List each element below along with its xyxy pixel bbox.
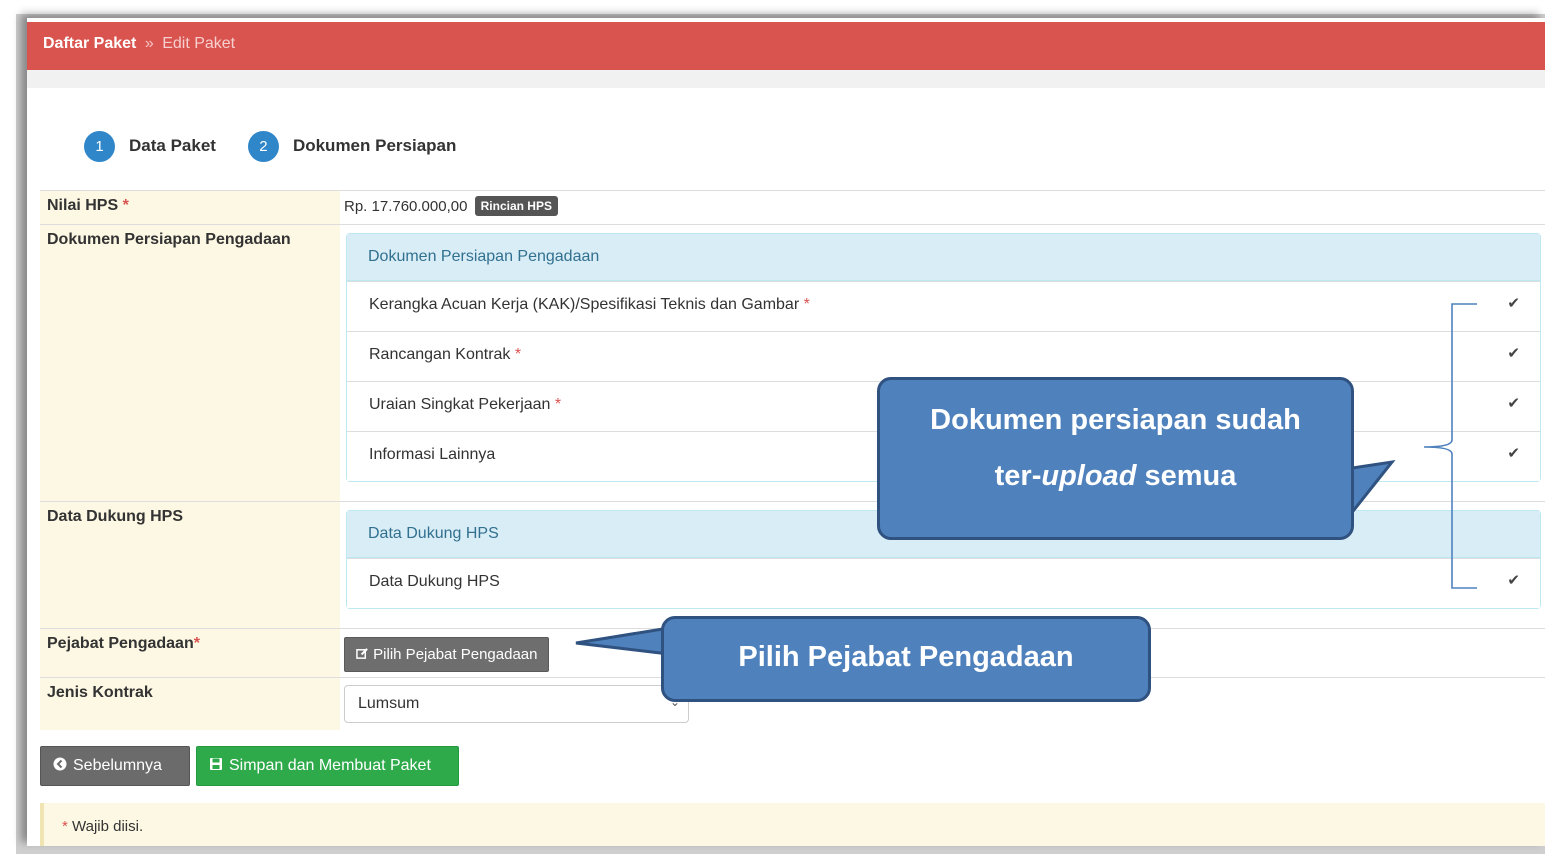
edit-icon: [356, 646, 373, 663]
required-mark: *: [122, 197, 129, 214]
breadcrumb-separator: »: [144, 35, 154, 52]
required-mark: *: [62, 818, 68, 835]
simpan-label: Simpan dan Membuat Paket: [229, 757, 431, 774]
callout-prefix: ter-: [994, 460, 1042, 492]
item-label: Kerangka Acuan Kerja (KAK)/Spesifikasi T…: [369, 296, 800, 313]
label-text: Pejabat Pengadaan: [47, 635, 194, 652]
pilih-pejabat-label: Pilih Pejabat Pengadaan: [373, 646, 538, 663]
wizard-steps: 1 Data Paket 2 Dokumen Persiapan: [84, 130, 488, 162]
simpan-button[interactable]: Simpan dan Membuat Paket: [196, 746, 459, 786]
check-icon: ✔: [1507, 395, 1520, 412]
breadcrumb-daftar-paket[interactable]: Daftar Paket: [43, 35, 136, 52]
step-number: 1: [84, 130, 115, 162]
jenis-kontrak-select[interactable]: Lumsum ⌄: [344, 685, 689, 723]
callout-line2: ter-upload semua: [880, 448, 1351, 504]
required-mark: *: [803, 296, 810, 313]
list-item[interactable]: Kerangka Acuan Kerja (KAK)/Spesifikasi T…: [347, 281, 1540, 331]
label-dokumen-persiapan: Dokumen Persiapan Pengadaan: [40, 224, 340, 502]
panel-title: Dokumen Persiapan Pengadaan: [347, 234, 1540, 281]
required-mark: *: [554, 396, 562, 413]
list-item[interactable]: Rancangan Kontrak * ✔: [347, 331, 1540, 381]
breadcrumb: Daftar Paket » Edit Paket: [27, 22, 1545, 70]
circle-arrow-left-icon: [53, 757, 73, 776]
item-label: Informasi Lainnya: [369, 446, 496, 463]
step-label: Data Paket: [129, 136, 216, 155]
required-note: * Wajib diisi.: [40, 803, 1545, 846]
select-value: Lumsum: [358, 695, 420, 712]
callout-pilih-pejabat: Pilih Pejabat Pengadaan: [661, 616, 1151, 702]
callout-italic: upload: [1041, 460, 1137, 492]
sebelumnya-button[interactable]: Sebelumnya: [40, 746, 190, 786]
item-label: Rancangan Kontrak: [369, 346, 511, 363]
check-icon: ✔: [1507, 572, 1520, 589]
label-text: Nilai HPS: [47, 197, 119, 214]
hps-value: Rp. 17.760.000,00: [344, 198, 468, 215]
label-nilai-hps: Nilai HPS *: [40, 190, 340, 225]
header-strip: [27, 70, 1545, 88]
breadcrumb-current: Edit Paket: [162, 35, 236, 52]
label-data-dukung: Data Dukung HPS: [40, 501, 340, 629]
floppy-disk-icon: [209, 757, 229, 776]
step-data-paket[interactable]: 1 Data Paket: [84, 130, 216, 162]
value-nilai-hps: Rp. 17.760.000,00 Rincian HPS: [340, 190, 1545, 225]
step-number: 2: [247, 130, 279, 162]
item-label: Uraian Singkat Pekerjaan: [369, 396, 551, 413]
callout-uploaded: Dokumen persiapan sudah ter-upload semua: [877, 377, 1354, 540]
step-dokumen-persiapan[interactable]: 2 Dokumen Persiapan: [247, 130, 457, 162]
step-label: Dokumen Persiapan: [292, 136, 457, 155]
label-pejabat: Pejabat Pengadaan*: [40, 628, 340, 678]
callout-suffix: semua: [1136, 460, 1237, 492]
sebelumnya-label: Sebelumnya: [73, 757, 162, 774]
pilih-pejabat-button[interactable]: Pilih Pejabat Pengadaan: [344, 637, 550, 672]
list-item[interactable]: Data Dukung HPS ✔: [347, 558, 1540, 608]
row-nilai-hps: Nilai HPS * Rp. 17.760.000,00 Rincian HP…: [40, 190, 1545, 225]
note-text: Wajib diisi.: [72, 818, 144, 835]
required-mark: *: [193, 635, 200, 652]
callout-line1: Dokumen persiapan sudah: [930, 404, 1301, 436]
check-icon: ✔: [1507, 345, 1520, 362]
check-icon: ✔: [1507, 445, 1520, 462]
label-jenis-kontrak: Jenis Kontrak: [40, 677, 340, 730]
item-label: Data Dukung HPS: [369, 573, 500, 590]
check-icon: ✔: [1507, 295, 1520, 312]
required-mark: *: [514, 346, 522, 363]
rincian-hps-badge[interactable]: Rincian HPS: [474, 196, 558, 216]
